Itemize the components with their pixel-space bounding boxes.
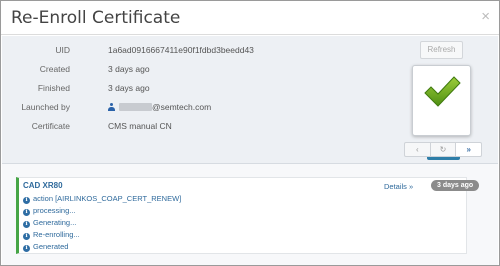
detail-row-finished: Finished 3 days ago [2,81,302,95]
time-badge: 3 days ago [431,180,480,191]
detail-value: 1a6ad0916667411e90f1fdbd3beedd43 [108,45,254,55]
detail-row-launched-by: Launched by @semtech.com [2,100,302,114]
detail-label: Created [39,64,70,74]
detail-label: Launched by [21,102,70,112]
close-icon[interactable]: × [481,9,490,24]
detail-label: Finished [37,83,70,93]
log-line: i Generated [23,241,68,253]
modal-title: Re-Enroll Certificate [11,8,181,28]
modal-header: Re-Enroll Certificate × [1,1,499,35]
detail-value: 3 days ago [108,83,150,93]
log-text: Re-enrolling... [33,230,80,239]
next-button[interactable]: » [455,142,483,157]
info-icon: i [23,233,30,240]
log-line: i action [AIRLINKOS_COAP_CERT_RENEW] [23,193,181,205]
detail-label: UID [55,45,70,55]
details-link[interactable]: Details » [384,182,413,191]
log-line: i processing... [23,205,76,217]
previous-button[interactable]: ‹ [404,142,431,157]
detail-value: 3 days ago [108,64,150,74]
task-nav-buttons: ‹ ↻ » [404,142,483,157]
log-text: processing... [33,206,76,215]
info-icon: i [23,221,30,228]
detail-row-created: Created 3 days ago [2,62,302,76]
log-line: i Generating... [23,217,76,229]
detail-label: Certificate [31,121,70,131]
user-icon [108,103,115,111]
checkmark-icon [424,76,461,107]
retry-button[interactable]: ↻ [429,142,457,157]
info-icon: i [23,245,30,252]
detail-row-uid: UID 1a6ad0916667411e90f1fdbd3beedd43 [2,43,302,57]
details-panel: UID 1a6ad0916667411e90f1fdbd3beedd43 Cre… [2,36,498,164]
task-log-card: CAD XR80 Details » 3 days ago i action [A… [16,177,480,254]
status-card: Finished [412,65,471,160]
info-icon: i [23,197,30,204]
user-email-domain: @semtech.com [152,102,212,112]
info-icon: i [23,209,30,216]
log-text: action [AIRLINKOS_COAP_CERT_RENEW] [33,194,182,203]
device-name: CAD XR80 [23,181,63,190]
log-text: Generating... [33,218,77,227]
refresh-button[interactable]: Refresh [420,41,463,59]
redacted-username [119,103,152,111]
re-enroll-certificate-modal: Re-Enroll Certificate × UID 1a6ad0916667… [0,0,500,266]
detail-value: CMS manual CN [108,121,172,131]
detail-row-certificate: Certificate CMS manual CN [2,119,302,133]
launched-by-value: @semtech.com [108,100,211,114]
log-text: Generated [33,242,69,251]
log-line: i Re-enrolling... [23,229,80,241]
